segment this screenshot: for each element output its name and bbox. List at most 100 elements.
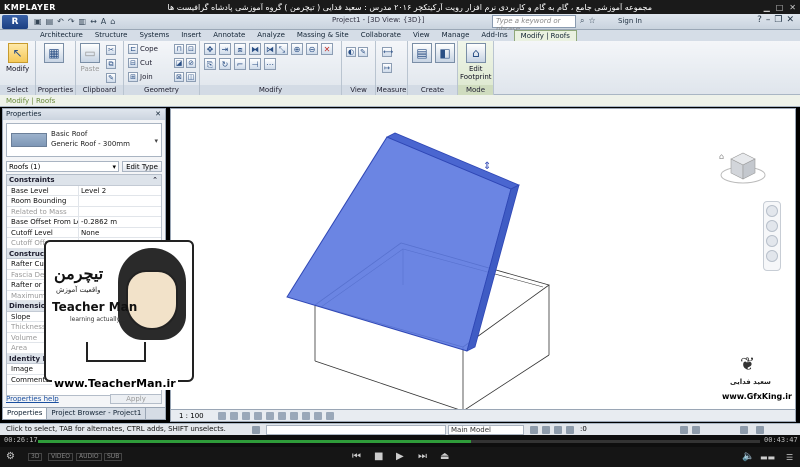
open-icon[interactable]: ▣: [34, 17, 42, 26]
help-icon[interactable]: ?: [757, 15, 762, 25]
badge-sub[interactable]: SUB: [104, 453, 123, 461]
pan-icon[interactable]: [766, 235, 778, 247]
tab-structure[interactable]: Structure: [89, 30, 134, 41]
paste-button[interactable]: ▭ Paste: [80, 43, 100, 73]
align-icon[interactable]: ⇥: [219, 43, 231, 55]
zoom-icon[interactable]: [766, 220, 778, 232]
temp-hide-icon[interactable]: [313, 411, 322, 420]
select-by-face-icon[interactable]: [680, 426, 688, 434]
shape-handle-icon[interactable]: ⇕: [483, 161, 491, 172]
volume-icon[interactable]: 🔈: [742, 451, 754, 462]
tab-annotate[interactable]: Annotate: [207, 30, 251, 41]
redo-icon[interactable]: ↷: [68, 17, 75, 26]
cut-clipboard-icon[interactable]: ✂: [106, 45, 116, 55]
worksets-icon[interactable]: [252, 426, 260, 434]
editable-only-icon[interactable]: [530, 426, 538, 434]
property-value[interactable]: Level 2: [79, 186, 161, 196]
search-icon[interactable]: ⌕: [580, 16, 584, 26]
home-icon[interactable]: ⌂: [719, 152, 724, 161]
volume-slider-icon[interactable]: ▬▬: [760, 453, 775, 462]
array-icon[interactable]: ⋯: [264, 58, 276, 70]
view-scale[interactable]: 1 : 100: [179, 412, 204, 420]
badge-3d[interactable]: 3D: [28, 453, 43, 461]
tab-insert[interactable]: Insert: [175, 30, 207, 41]
next-icon[interactable]: ⏭: [418, 451, 427, 462]
unjoin-icon[interactable]: ⊠: [174, 72, 184, 82]
properties-help-link[interactable]: Properties help: [6, 395, 59, 403]
delete-icon[interactable]: ✕: [321, 43, 333, 55]
close-icon[interactable]: ✕: [786, 15, 794, 25]
measure-icon[interactable]: ↔: [90, 17, 97, 26]
rotate-icon[interactable]: ↻: [219, 58, 231, 70]
subscription-icon[interactable]: ☆: [588, 16, 595, 26]
playlist-icon[interactable]: ☰: [786, 453, 793, 462]
tab-analyze[interactable]: Analyze: [251, 30, 291, 41]
property-group-header[interactable]: Constraints ⌃: [7, 175, 161, 186]
detail-level-icon[interactable]: [217, 411, 226, 420]
drag-on-selection-icon[interactable]: [692, 426, 700, 434]
mirror-pick-icon[interactable]: ⧓: [249, 43, 261, 55]
render-icon[interactable]: [265, 411, 274, 420]
trim-icon[interactable]: ⌐: [234, 58, 246, 70]
text-icon[interactable]: A: [101, 17, 106, 26]
tab-architecture[interactable]: Architecture: [34, 30, 89, 41]
restore-icon[interactable]: ❐: [774, 15, 782, 25]
dimension-icon[interactable]: ↦: [382, 63, 392, 73]
view-panel-label[interactable]: View: [342, 85, 375, 95]
join-button[interactable]: ⊞ Join: [128, 72, 153, 82]
show-crop-icon[interactable]: [289, 411, 298, 420]
mirror-draw-icon[interactable]: ⧒: [264, 43, 276, 55]
tab-collaborate[interactable]: Collaborate: [355, 30, 407, 41]
lock-view-icon[interactable]: [301, 411, 310, 420]
filter-icon[interactable]: [740, 426, 748, 434]
eject-icon[interactable]: ⏏: [440, 451, 449, 462]
move-icon[interactable]: ✥: [204, 43, 216, 55]
modify-button[interactable]: ↖ Modify: [6, 43, 29, 73]
minimize-icon[interactable]: –: [766, 15, 771, 25]
maximize-icon[interactable]: □: [776, 3, 784, 12]
type-selector[interactable]: Basic Roof Generic Roof - 300mm ▾: [6, 123, 162, 157]
workset-select[interactable]: [266, 425, 446, 435]
override-graphics-icon[interactable]: ✎: [358, 47, 368, 57]
application-menu-button[interactable]: R: [2, 14, 28, 29]
tab-massing-site[interactable]: Massing & Site: [291, 30, 355, 41]
save-icon[interactable]: ▤: [46, 17, 54, 26]
background-process-icon[interactable]: [756, 426, 764, 434]
create-assembly-button[interactable]: ▤: [412, 43, 432, 65]
search-input[interactable]: Type a keyword or phrase: [492, 15, 576, 33]
properties-button[interactable]: ▦: [44, 43, 64, 65]
3d-view-icon[interactable]: ⌂: [110, 17, 115, 26]
copy-icon[interactable]: ⧉: [106, 59, 116, 69]
orbit-icon[interactable]: [766, 250, 778, 262]
tab-manage[interactable]: Manage: [436, 30, 476, 41]
copy-element-icon[interactable]: ⎘: [204, 58, 216, 70]
create-parts-button[interactable]: ◧: [435, 43, 455, 65]
3d-viewport[interactable]: ⇕ ⌂: [170, 108, 796, 410]
hide-in-view-icon[interactable]: ◐: [346, 47, 356, 57]
unpin-icon[interactable]: ⊖: [306, 43, 318, 55]
select-links-icon[interactable]: [542, 426, 550, 434]
create-panel-label[interactable]: Create: [408, 85, 457, 95]
property-value[interactable]: [79, 196, 161, 206]
crop-view-icon[interactable]: [277, 411, 286, 420]
player-logo[interactable]: KMPLAYER: [4, 3, 56, 12]
instance-filter-select[interactable]: Roofs (1) ▾: [6, 160, 119, 172]
edit-type-button[interactable]: Edit Type: [122, 160, 162, 172]
sign-in-button[interactable]: Sign In: [618, 17, 642, 25]
offset-icon[interactable]: ⧈: [234, 43, 246, 55]
tab-project-browser[interactable]: Project Browser - Project1: [47, 408, 147, 419]
shadows-icon[interactable]: [253, 411, 262, 420]
design-option-select[interactable]: Main Model: [448, 425, 524, 435]
settings-icon[interactable]: ⚙: [6, 451, 15, 462]
collapse-icon[interactable]: ⌃: [152, 175, 158, 185]
previous-icon[interactable]: ⏮: [352, 451, 361, 462]
match-properties-icon[interactable]: ✎: [106, 73, 116, 83]
reveal-hidden-icon[interactable]: [325, 411, 334, 420]
badge-video[interactable]: VIDEO: [48, 453, 74, 461]
cut-geometry-button[interactable]: ⊟ Cut: [128, 58, 152, 68]
minimize-icon[interactable]: ▁: [764, 3, 770, 12]
split-icon[interactable]: ⊣: [249, 58, 261, 70]
select-underlay-icon[interactable]: [554, 426, 562, 434]
print-icon[interactable]: ▥: [79, 17, 87, 26]
undo-icon[interactable]: ↶: [57, 17, 64, 26]
